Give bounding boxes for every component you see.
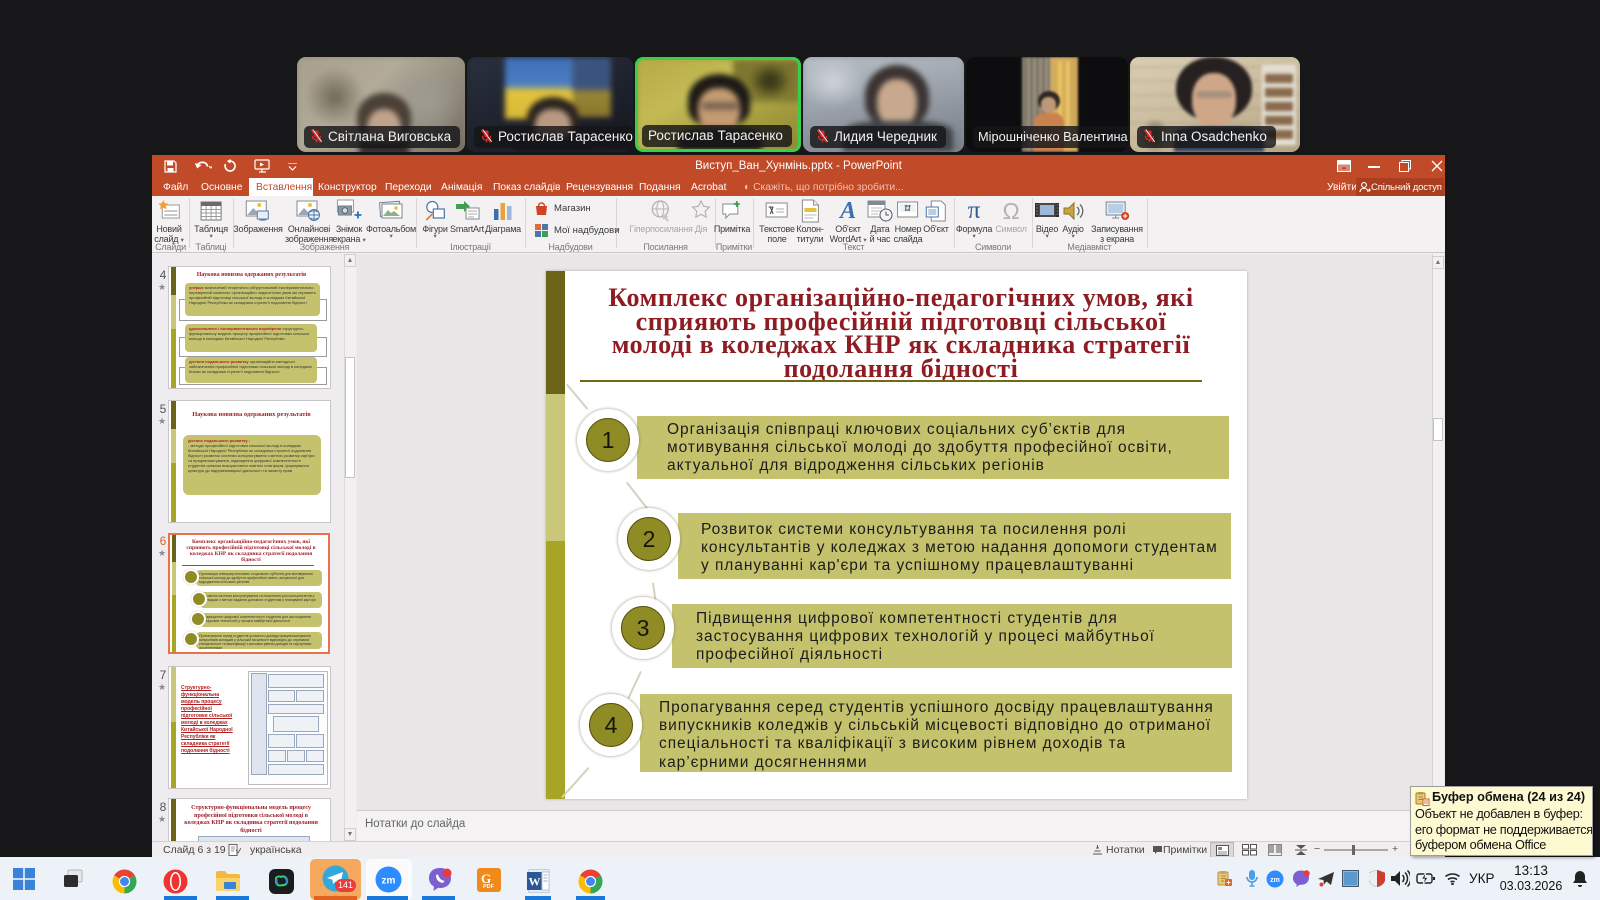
- svg-text:zm: zm: [1270, 877, 1280, 884]
- svg-text:zm: zm: [382, 876, 396, 887]
- svg-text:W: W: [529, 875, 541, 889]
